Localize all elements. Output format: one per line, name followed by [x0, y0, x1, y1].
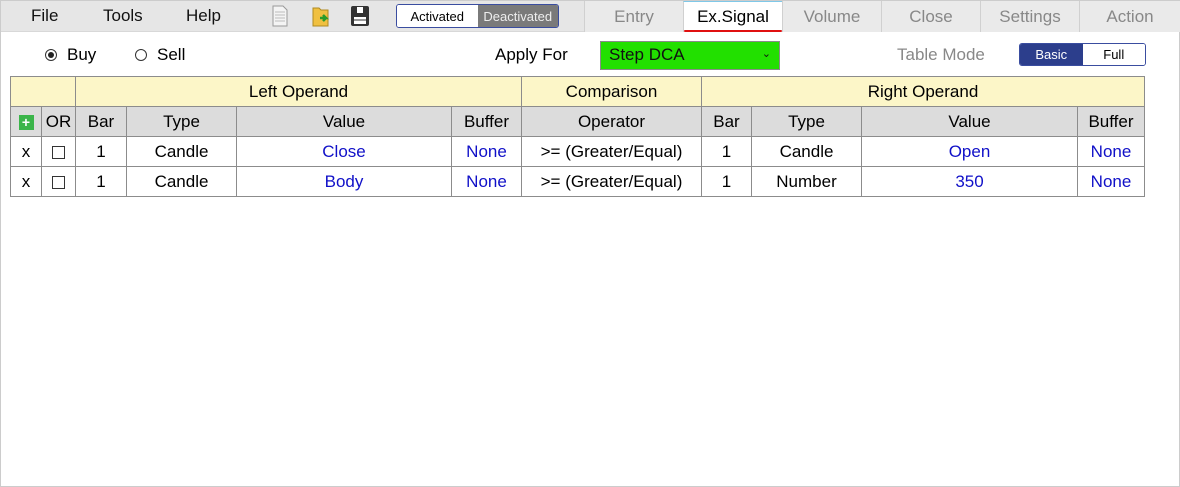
or-header: OR — [41, 106, 76, 137]
apply-for-label: Apply For — [495, 45, 568, 64]
value-header: Value — [236, 106, 452, 137]
deactivated-option[interactable]: Deactivated — [477, 5, 558, 27]
right-bar[interactable]: 1 — [701, 136, 752, 167]
delete-row-button[interactable]: x — [10, 166, 42, 197]
menu-bar: File Tools Help Activated Deactivated En… — [1, 1, 1180, 32]
add-row-icon[interactable]: + — [18, 114, 34, 130]
operator[interactable]: >= (Greater/Equal) — [521, 166, 702, 197]
left-bar[interactable]: 1 — [75, 136, 127, 167]
left-type[interactable]: Candle — [126, 166, 237, 197]
chevron-down-icon: ⌄ — [761, 48, 771, 60]
apply-for-value: Step DCA — [609, 45, 685, 64]
right-type[interactable]: Candle — [751, 136, 862, 167]
right-bar[interactable]: 1 — [701, 166, 752, 197]
left-buffer[interactable]: None — [451, 136, 522, 167]
or-checkbox[interactable] — [52, 175, 65, 189]
full-option[interactable]: Full — [1082, 44, 1145, 65]
tab-close[interactable]: Close — [881, 1, 980, 32]
left-value[interactable]: Body — [236, 166, 452, 197]
comparison-header: Comparison — [521, 76, 702, 107]
operator[interactable]: >= (Greater/Equal) — [521, 136, 702, 167]
buy-label: Buy — [67, 45, 97, 64]
tab-settings[interactable]: Settings — [980, 1, 1079, 32]
activation-toggle[interactable]: Activated Deactivated — [396, 4, 559, 28]
type-header: Type — [751, 106, 862, 137]
tab-entry[interactable]: Entry — [584, 1, 683, 32]
apply-for-select[interactable]: Step DCA ⌄ — [600, 41, 780, 70]
left-buffer[interactable]: None — [451, 166, 522, 197]
value-header: Value — [861, 106, 1078, 137]
radio-checked-icon — [45, 49, 57, 61]
buffer-header: Buffer — [451, 106, 522, 137]
delete-row-button[interactable]: x — [10, 136, 42, 167]
right-type[interactable]: Number — [751, 166, 862, 197]
new-file-icon[interactable] — [270, 5, 290, 27]
conditions-table: Left Operand Comparison Right Operand + … — [10, 76, 1145, 197]
right-value[interactable]: Open — [861, 136, 1078, 167]
sell-radio[interactable]: Sell — [135, 45, 185, 65]
right-operand-header: Right Operand — [701, 76, 1145, 107]
or-checkbox[interactable] — [52, 145, 65, 159]
open-folder-icon[interactable] — [311, 5, 331, 27]
tab-action[interactable]: Action — [1079, 1, 1180, 32]
table-row: x 1 Candle Body None >= (Greater/Equal) … — [10, 166, 1145, 197]
menu-tools[interactable]: Tools — [103, 6, 143, 26]
table-mode-toggle[interactable]: Basic Full — [1019, 43, 1146, 66]
left-value[interactable]: Close — [236, 136, 452, 167]
right-value[interactable]: 350 — [861, 166, 1078, 197]
buy-radio[interactable]: Buy — [45, 45, 96, 65]
basic-option[interactable]: Basic — [1020, 44, 1083, 65]
save-icon[interactable] — [350, 5, 370, 27]
type-header: Type — [126, 106, 237, 137]
operator-header: Operator — [521, 106, 702, 137]
right-buffer[interactable]: None — [1077, 136, 1145, 167]
tab-volume[interactable]: Volume — [782, 1, 881, 32]
table-mode-label: Table Mode — [897, 45, 985, 64]
tab-ex-signal[interactable]: Ex.Signal — [683, 1, 782, 32]
left-operand-header: Left Operand — [75, 76, 522, 107]
sell-label: Sell — [157, 45, 186, 64]
left-type[interactable]: Candle — [126, 136, 237, 167]
left-bar[interactable]: 1 — [75, 166, 127, 197]
right-buffer[interactable]: None — [1077, 166, 1145, 197]
bar-header: Bar — [701, 106, 752, 137]
menu-file[interactable]: File — [31, 6, 58, 26]
table-row: x 1 Candle Close None >= (Greater/Equal)… — [10, 136, 1145, 167]
bar-header: Bar — [75, 106, 127, 137]
buffer-header: Buffer — [1077, 106, 1145, 137]
activated-option[interactable]: Activated — [397, 5, 478, 27]
menu-help[interactable]: Help — [186, 6, 221, 26]
radio-unchecked-icon — [135, 49, 147, 61]
blank-header — [10, 76, 76, 107]
